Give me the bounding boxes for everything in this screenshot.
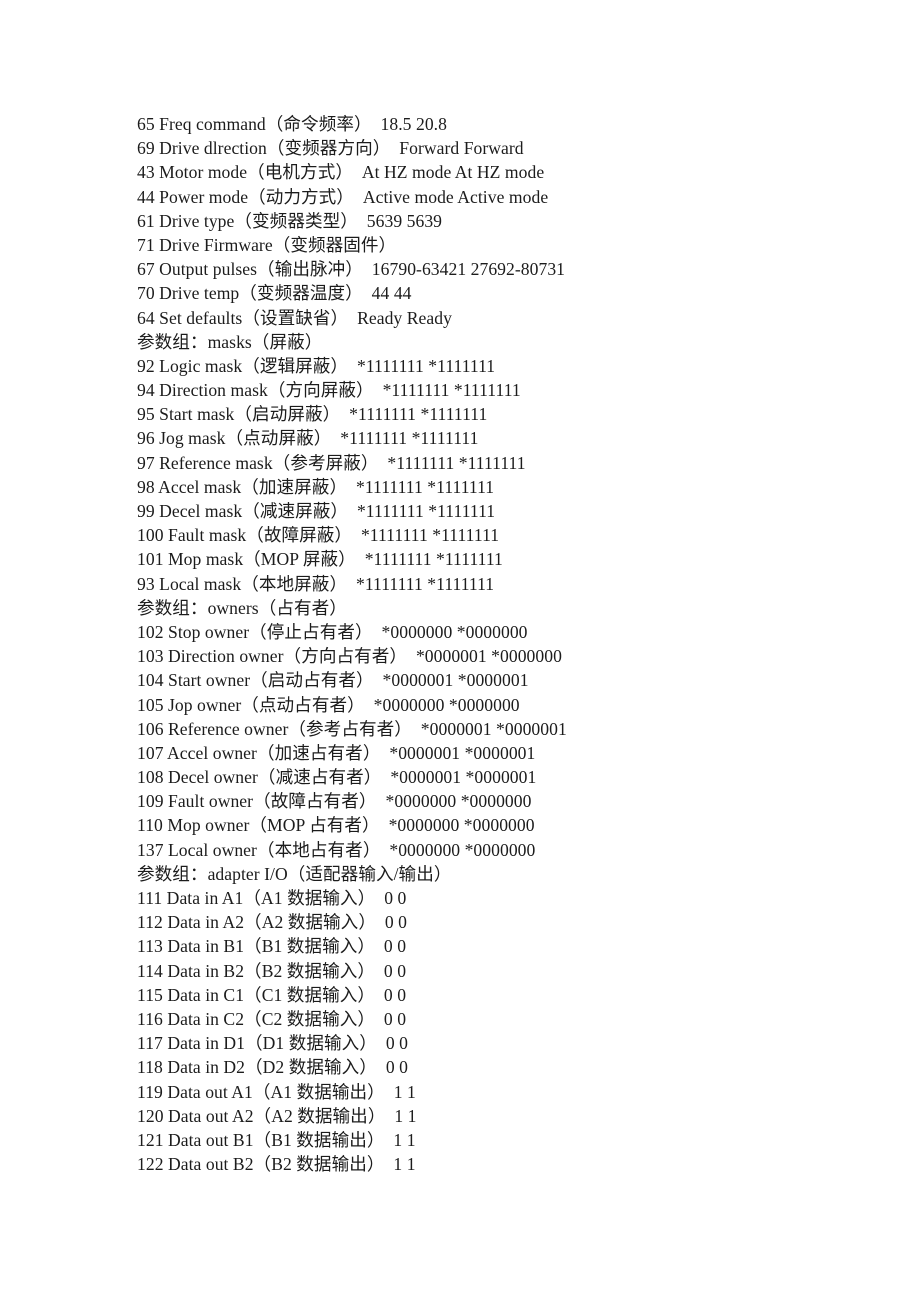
parameter-line: 67 Output pulses（输出脉冲） 16790-63421 27692… bbox=[137, 259, 566, 280]
parameter-line: 102 Stop owner（停止占有者） *0000000 *0000000 bbox=[137, 621, 528, 642]
parameter-listing: 65 Freq command（命令频率） 18.5 20.8 69 Drive … bbox=[137, 112, 837, 1176]
parameter-line: 105 Jop owner（点动占有者） *0000000 *0000000 bbox=[137, 694, 520, 715]
parameter-line: 64 Set defaults（设置缺省） Ready Ready bbox=[137, 307, 452, 328]
parameter-line: 103 Direction owner（方向占有者） *0000001 *000… bbox=[137, 646, 562, 667]
parameter-group-heading: 参数组：adapter I/O（适配器输入/输出） bbox=[137, 863, 452, 884]
parameter-line: 93 Local mask（本地屏蔽） *1111111 *1111111 bbox=[137, 573, 495, 594]
parameter-line: 114 Data in B2（B2 数据输入） 0 0 bbox=[137, 960, 407, 981]
parameter-line: 99 Decel mask（减速屏蔽） *1111111 *1111111 bbox=[137, 501, 496, 521]
parameter-line: 65 Freq command（命令频率） 18.5 20.8 bbox=[137, 114, 447, 134]
parameter-line: 120 Data out A2（A2 数据输出） 1 1 bbox=[137, 1105, 417, 1126]
parameter-line: 110 Mop owner（MOP 占有者） *0000000 *0000000 bbox=[137, 815, 535, 836]
parameter-line: 111 Data in A1（A1 数据输入） 0 0 bbox=[137, 888, 407, 908]
parameter-line: 43 Motor mode（电机方式） At HZ mode At HZ mod… bbox=[137, 162, 545, 183]
document-page: 65 Freq command（命令频率） 18.5 20.8 69 Drive … bbox=[0, 0, 920, 1302]
parameter-line: 108 Decel owner（减速占有者） *0000001 *0000001 bbox=[137, 767, 537, 788]
parameter-line: 95 Start mask（启动屏蔽） *1111111 *1111111 bbox=[137, 404, 488, 425]
parameter-line: 101 Mop mask（MOP 屏蔽） *1111111 *1111111 bbox=[137, 549, 503, 570]
parameter-line: 69 Drive dlrection（变频器方向） Forward Forwar… bbox=[137, 138, 524, 159]
parameter-line: 97 Reference mask（参考屏蔽） *1111111 *111111… bbox=[137, 452, 526, 473]
parameter-line: 92 Logic mask（逻辑屏蔽） *1111111 *1111111 bbox=[137, 355, 496, 376]
parameter-line: 118 Data in D2（D2 数据输入） 0 0 bbox=[137, 1057, 408, 1078]
parameter-line: 109 Fault owner（故障占有者） *0000000 *0000000 bbox=[137, 791, 532, 812]
parameter-line: 106 Reference owner（参考占有者） *0000001 *000… bbox=[137, 718, 567, 739]
parameter-line: 117 Data in D1（D1 数据输入） 0 0 bbox=[137, 1033, 408, 1054]
parameter-line: 96 Jog mask（点动屏蔽） *1111111 *1111111 bbox=[137, 428, 479, 449]
parameter-line: 137 Local owner（本地占有者） *0000000 *0000000 bbox=[137, 839, 536, 860]
parameter-line: 115 Data in C1（C1 数据输入） 0 0 bbox=[137, 984, 407, 1005]
parameter-group-heading: 参数组：masks（屏蔽） bbox=[137, 331, 323, 352]
parameter-line: 98 Accel mask（加速屏蔽） *1111111 *1111111 bbox=[137, 476, 495, 497]
parameter-line: 107 Accel owner（加速占有者） *0000001 *0000001 bbox=[137, 742, 536, 763]
parameter-line: 44 Power mode（动力方式） Active mode Active m… bbox=[137, 186, 549, 207]
parameter-line: 71 Drive Firmware（变频器固件） bbox=[137, 234, 397, 255]
parameter-line: 100 Fault mask（故障屏蔽） *1111111 *1111111 bbox=[137, 525, 500, 546]
parameter-line: 112 Data in A2（A2 数据输入） 0 0 bbox=[137, 912, 408, 933]
parameter-line: 104 Start owner（启动占有者） *0000001 *0000001 bbox=[137, 670, 529, 691]
parameter-line: 119 Data out A1（A1 数据输出） 1 1 bbox=[137, 1081, 416, 1102]
parameter-line: 113 Data in B1（B1 数据输入） 0 0 bbox=[137, 936, 407, 957]
parameter-line: 61 Drive type（变频器类型） 5639 5639 bbox=[137, 210, 443, 231]
parameter-line: 70 Drive temp（变频器温度） 44 44 bbox=[137, 283, 412, 304]
parameter-line: 122 Data out B2（B2 数据输出） 1 1 bbox=[137, 1154, 416, 1175]
parameter-group-heading: 参数组：owners（占有者） bbox=[137, 597, 347, 618]
parameter-line: 94 Direction mask（方向屏蔽） *1111111 *111111… bbox=[137, 380, 521, 401]
parameter-line: 121 Data out B1（B1 数据输出） 1 1 bbox=[137, 1129, 416, 1150]
parameter-line: 116 Data in C2（C2 数据输入） 0 0 bbox=[137, 1008, 407, 1029]
